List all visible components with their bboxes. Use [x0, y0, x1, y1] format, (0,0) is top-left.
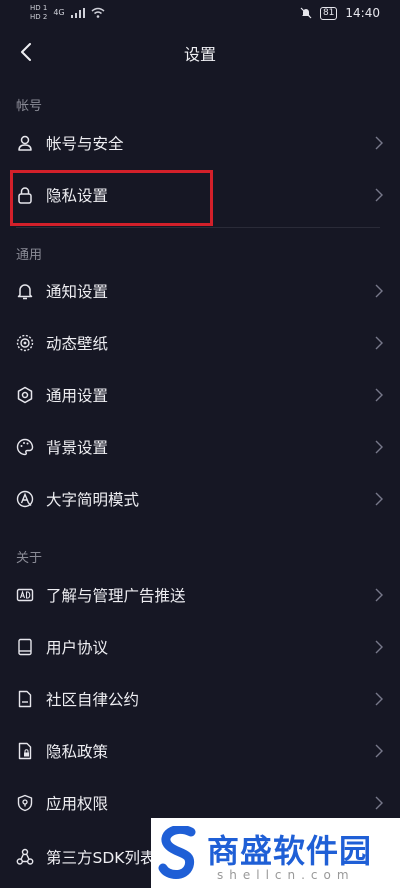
- row-live-wallpaper[interactable]: 动态壁纸: [0, 317, 400, 369]
- row-label: 应用权限: [46, 795, 109, 813]
- chevron-right-icon: [375, 440, 383, 454]
- chevron-right-icon: [375, 388, 383, 402]
- user-icon: [16, 134, 34, 152]
- chevron-right-icon: [375, 492, 383, 506]
- document-lock-icon: [16, 742, 34, 760]
- row-label: 隐私政策: [46, 743, 109, 761]
- sim1-label: HD 1: [30, 4, 48, 12]
- watermark-subtitle: shellcn.com: [217, 868, 355, 882]
- wifi-icon: [91, 7, 105, 18]
- row-label: 大字简明模式: [46, 491, 140, 509]
- ad-icon: [16, 586, 34, 604]
- section-header-about: 关于: [16, 551, 43, 566]
- status-left: HD 1 HD 2 4G: [30, 4, 105, 21]
- row-label: 背景设置: [46, 439, 109, 457]
- bell-icon: [16, 282, 34, 300]
- chevron-right-icon: [375, 336, 383, 350]
- chevron-right-icon: [375, 588, 383, 602]
- row-user-agreement[interactable]: 用户协议: [0, 621, 400, 673]
- battery-indicator: 81: [319, 6, 338, 20]
- wallpaper-icon: [16, 334, 34, 352]
- book-icon: [16, 638, 34, 656]
- row-label: 社区自律公约: [46, 691, 140, 709]
- row-label: 了解与管理广告推送: [46, 587, 186, 605]
- row-label: 第三方SDK列表: [46, 849, 156, 867]
- section-header-general: 通用: [16, 248, 43, 263]
- chevron-right-icon: [375, 744, 383, 758]
- page-title: 设置: [183, 45, 216, 64]
- row-account-security[interactable]: 帐号与安全: [0, 117, 400, 169]
- signal-icon: [70, 7, 85, 18]
- shield-icon: [16, 794, 34, 812]
- row-community-rules[interactable]: 社区自律公约: [0, 673, 400, 725]
- row-label: 通用设置: [46, 387, 109, 405]
- row-background-settings[interactable]: 背景设置: [0, 421, 400, 473]
- chevron-right-icon: [375, 796, 383, 810]
- sim2-label: HD 2: [30, 13, 48, 21]
- gear-icon: [16, 386, 34, 404]
- row-label: 通知设置: [46, 283, 109, 301]
- chevron-right-icon: [375, 640, 383, 654]
- sim-indicators: HD 1 HD 2: [30, 4, 47, 21]
- network-label: 4G: [53, 8, 65, 17]
- document-icon: [16, 690, 34, 708]
- large-text-icon: [16, 490, 34, 508]
- divider: [16, 227, 380, 228]
- chevron-right-icon: [375, 188, 383, 202]
- nav-bar: 设置: [0, 28, 400, 76]
- watermark-title: 商盛软件园: [207, 832, 373, 870]
- mute-bell-icon: [300, 7, 312, 19]
- row-general-settings[interactable]: 通用设置: [0, 369, 400, 421]
- row-privacy-policy[interactable]: 隐私政策: [0, 725, 400, 777]
- sdk-icon: [16, 848, 34, 866]
- status-bar: HD 1 HD 2 4G 81 14:40: [0, 0, 400, 28]
- palette-icon: [16, 438, 34, 456]
- row-notification-settings[interactable]: 通知设置: [0, 265, 400, 317]
- row-large-text-mode[interactable]: 大字简明模式: [0, 473, 400, 525]
- section-header-account: 帐号: [16, 99, 43, 114]
- row-label: 用户协议: [46, 639, 109, 657]
- watermark-logo-icon: [158, 826, 196, 879]
- row-ad-management[interactable]: 了解与管理广告推送: [0, 569, 400, 621]
- chevron-right-icon: [375, 692, 383, 706]
- watermark: 商盛软件园 shellcn.com: [151, 818, 400, 888]
- chevron-right-icon: [375, 284, 383, 298]
- row-label: 动态壁纸: [46, 335, 109, 353]
- chevron-right-icon: [375, 136, 383, 150]
- highlight-box: [10, 170, 213, 226]
- clock: 14:40: [345, 6, 380, 20]
- row-label: 帐号与安全: [46, 135, 124, 153]
- status-right: 81 14:40: [300, 6, 380, 20]
